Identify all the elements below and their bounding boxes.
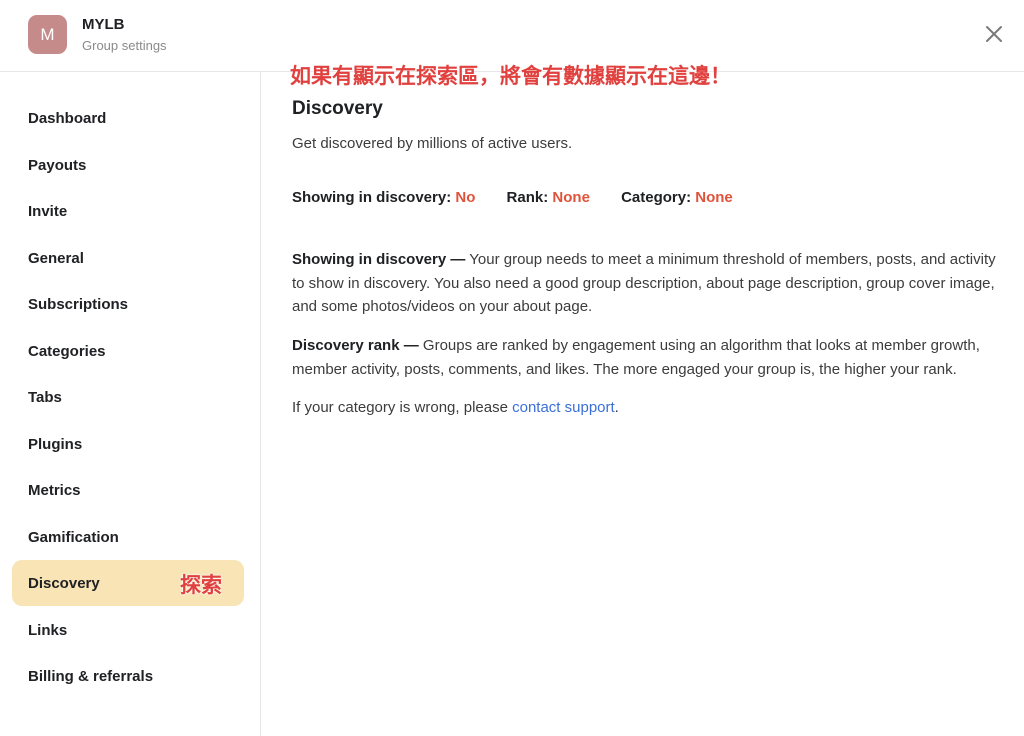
sidebar-item-discovery[interactable]: Discovery 探索 — [12, 560, 244, 606]
stat-category: Category: None — [621, 189, 733, 206]
sidebar-item-label: Subscriptions — [28, 295, 129, 313]
sidebar-item-payouts[interactable]: Payouts — [12, 142, 244, 188]
paragraph-text: If your category is wrong, please — [292, 399, 513, 416]
stat-showing: Showing in discovery: No — [292, 189, 475, 206]
sidebar-item-label: Gamification — [28, 528, 119, 546]
stat-label: Showing in discovery: — [292, 189, 452, 206]
sidebar-item-label: Tabs — [28, 388, 62, 406]
sidebar-item-label: Discovery — [28, 574, 100, 592]
stat-label: Category: — [621, 189, 692, 206]
sidebar-item-label: Billing & referrals — [28, 667, 154, 685]
category-help-text: If your category is wrong, please contac… — [292, 396, 1012, 420]
sidebar: Dashboard Payouts Invite General Subscri… — [0, 72, 261, 736]
sidebar-item-links[interactable]: Links — [12, 607, 244, 653]
stat-value: No — [455, 189, 476, 206]
sidebar-item-billing-referrals[interactable]: Billing & referrals — [12, 653, 244, 699]
stat-label: Rank: — [506, 189, 549, 206]
group-subtitle: Group settings — [82, 38, 167, 53]
discovery-annotation-label: 探索 — [180, 573, 222, 597]
sidebar-item-label: Payouts — [28, 156, 87, 174]
sidebar-item-label: Invite — [28, 202, 68, 220]
sidebar-item-gamification[interactable]: Gamification — [12, 514, 244, 560]
page-title: Discovery — [292, 98, 383, 119]
avatar[interactable]: M — [28, 15, 67, 54]
discovery-rank-description: Discovery rank — Groups are ranked by en… — [292, 334, 1012, 381]
stat-value: None — [552, 189, 590, 206]
stat-rank: Rank: None — [507, 189, 590, 206]
group-name: MYLB — [82, 16, 125, 33]
sidebar-item-label: Dashboard — [28, 109, 107, 127]
sidebar-item-label: Links — [28, 621, 68, 639]
sidebar-item-dashboard[interactable]: Dashboard — [12, 95, 244, 141]
contact-support-link[interactable]: contact support — [512, 399, 615, 416]
page-subtitle: Get discovered by millions of active use… — [292, 135, 573, 152]
sidebar-item-categories[interactable]: Categories — [12, 328, 244, 374]
discovery-stats: Showing in discovery: No Rank: None Cate… — [292, 189, 760, 206]
close-icon[interactable] — [982, 22, 1006, 46]
sidebar-item-general[interactable]: General — [12, 235, 244, 281]
sidebar-item-label: Categories — [28, 342, 106, 360]
sidebar-item-invite[interactable]: Invite — [12, 188, 244, 234]
annotation-text: 如果有顯示在探索區，將會有數據顯示在這邊！ — [290, 64, 731, 88]
sidebar-item-label: Plugins — [28, 435, 83, 453]
sidebar-item-label: General — [28, 249, 84, 267]
sidebar-item-metrics[interactable]: Metrics — [12, 467, 244, 513]
sidebar-item-plugins[interactable]: Plugins — [12, 421, 244, 467]
sidebar-item-tabs[interactable]: Tabs — [12, 374, 244, 420]
showing-in-discovery-description: Showing in discovery — Your group needs … — [292, 248, 1012, 319]
sidebar-item-label: Metrics — [28, 481, 81, 499]
paragraph-heading: Discovery rank — — [292, 337, 419, 354]
sidebar-item-subscriptions[interactable]: Subscriptions — [12, 281, 244, 327]
stat-value: None — [695, 189, 733, 206]
paragraph-end: . — [614, 399, 619, 416]
paragraph-heading: Showing in discovery — — [292, 251, 466, 268]
